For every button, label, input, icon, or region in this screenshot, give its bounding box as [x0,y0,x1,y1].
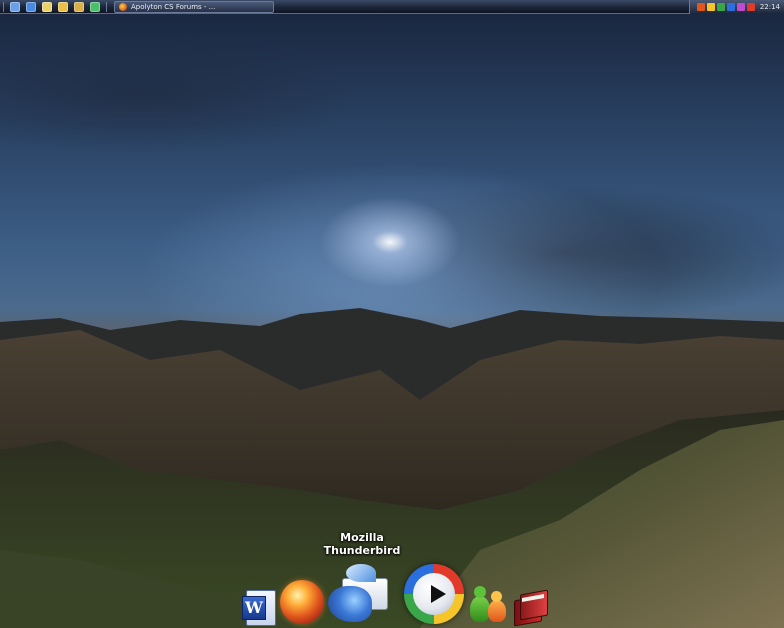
audio-tray-icon[interactable] [736,3,745,11]
green-buddy-shape [470,586,490,622]
winamp-tray-icon[interactable] [706,3,715,11]
quick-launch-show-desktop-icon[interactable] [10,1,20,12]
firefox-tray-icon[interactable] [696,3,705,11]
media-player-icon[interactable] [404,564,464,624]
orange-buddy-shape [488,591,506,622]
dock-hover-label: Mozilla Thunderbird [323,531,401,557]
play-icon [431,585,446,603]
system-tray: 22:14 [688,0,784,14]
messenger-tray-icon[interactable] [726,3,735,11]
media-player-disc [413,573,455,615]
task-button-firefox-window[interactable]: Apolyton CS Forums - ... [114,0,274,13]
clock[interactable]: 22:14 [760,3,780,11]
firefox-icon[interactable] [280,580,324,624]
quick-launch-sync-icon[interactable] [74,1,84,12]
messenger-icon[interactable] [470,586,510,624]
wing-shape [346,564,376,582]
taskbar: Apolyton CS Forums - ... 22:14 [0,0,784,14]
word-icon: W [242,596,266,620]
dock: W [238,560,558,628]
taskbar-separator [106,1,107,12]
network-tray-icon[interactable] [716,3,725,11]
thunderbird-icon[interactable] [328,564,390,624]
quick-launch-documents-icon[interactable] [58,1,68,12]
microsoft-word-dock-item[interactable]: W [242,590,276,626]
taskbar-grip[interactable] [3,1,4,12]
bird-shape [328,586,372,622]
quick-launch-folder-icon[interactable] [42,1,52,12]
task-button-label: Apolyton CS Forums - ... [131,2,216,11]
books-icon[interactable] [510,588,550,627]
firefox-icon [119,2,127,11]
security-tray-icon[interactable] [746,3,755,11]
quick-launch-security-icon[interactable] [90,1,100,12]
quick-launch-help-icon[interactable] [26,1,36,12]
